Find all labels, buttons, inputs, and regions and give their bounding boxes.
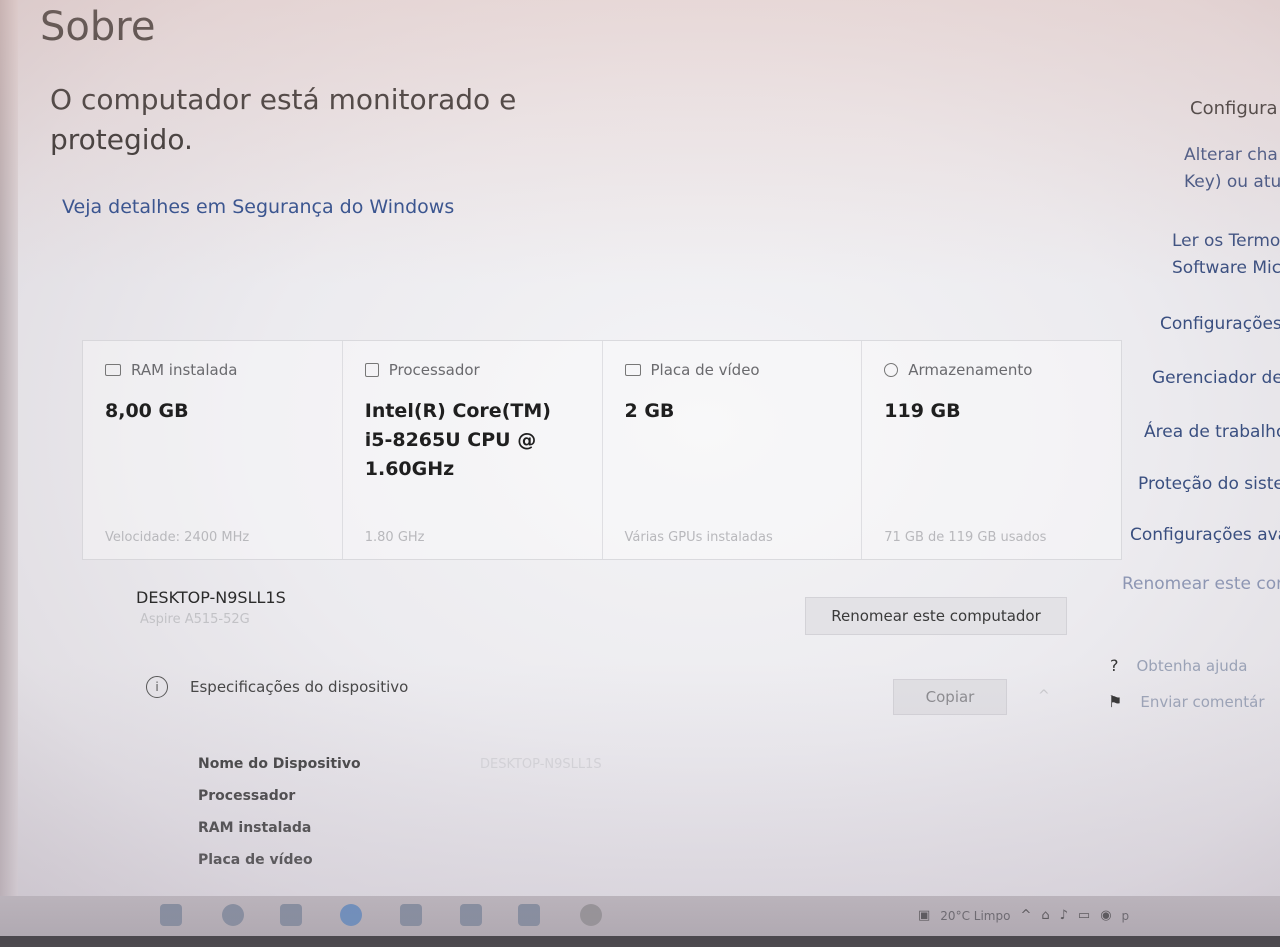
card-label: RAM instalada: [131, 361, 238, 379]
system-tray: ▣ 20°C Limpo ^ ⌂ ♪ ▭ ◉ p: [918, 908, 1129, 923]
link-line: Software Mic: [1172, 258, 1280, 278]
battery-icon[interactable]: ▭: [1078, 908, 1090, 923]
copy-button[interactable]: Copiar: [893, 679, 1007, 715]
spec-value: DESKTOP-N9SLL1S: [480, 756, 602, 772]
card-sub: Velocidade: 2400 MHz: [105, 530, 250, 545]
change-product-key-link[interactable]: Alterar cha Key) ou atu: [1184, 142, 1280, 196]
spec-label: Nome do Dispositivo: [198, 756, 361, 772]
rail-link-gerenciador[interactable]: Gerenciador de: [1152, 368, 1280, 388]
protection-status: O computador está monitorado e protegido…: [50, 83, 517, 156]
rail-link-configuracoes[interactable]: Configurações: [1160, 314, 1280, 334]
get-help-link[interactable]: ? Obtenha ajuda: [1110, 656, 1248, 675]
link-line: Ler os Termo: [1172, 231, 1280, 251]
feedback-label: Enviar comentár: [1140, 692, 1265, 711]
device-name: DESKTOP-N9SLL1S: [136, 588, 286, 607]
link-line: Key) ou atu: [1184, 172, 1280, 192]
help-icon: ?: [1110, 656, 1119, 675]
chevron-up-icon[interactable]: ^: [1020, 908, 1031, 923]
license-terms-link[interactable]: Ler os Termo Software Mic: [1172, 228, 1280, 282]
card-sub: 71 GB de 119 GB usados: [884, 530, 1047, 545]
app-icon[interactable]: [280, 904, 302, 926]
spec-cards: RAM instalada 8,00 GB Velocidade: 2400 M…: [82, 340, 1122, 560]
device-model: Aspire A515-52G: [140, 612, 250, 627]
tray-extra: p: [1121, 908, 1130, 923]
card-ram: RAM instalada 8,00 GB Velocidade: 2400 M…: [83, 341, 343, 559]
card-label: Armazenamento: [908, 361, 1033, 379]
volume-icon[interactable]: ♪: [1060, 908, 1068, 923]
mail-icon[interactable]: [460, 904, 482, 926]
card-label: Processador: [388, 361, 480, 379]
task-view-icon[interactable]: [160, 904, 182, 926]
info-icon: i: [146, 676, 168, 698]
spec-row: Nome do Dispositivo DESKTOP-N9SLL1S: [198, 748, 1018, 780]
rename-computer-button[interactable]: Renomear este computador: [805, 597, 1067, 635]
help-label: Obtenha ajuda: [1136, 656, 1248, 675]
page-title: Sobre: [40, 4, 156, 50]
card-gpu: Placa de vídeo 2 GB Várias GPUs instalad…: [603, 341, 863, 559]
app-icon[interactable]: [222, 904, 244, 926]
app-icon[interactable]: [400, 904, 422, 926]
edge-icon[interactable]: [340, 904, 362, 926]
card-value: 8,00 GB: [105, 400, 189, 422]
spec-row: Processador: [198, 780, 1018, 812]
chevron-up-icon[interactable]: ^: [1038, 688, 1050, 704]
device-specs-table: Nome do Dispositivo DESKTOP-N9SLL1S Proc…: [198, 748, 1018, 876]
spec-label: Processador: [198, 788, 296, 804]
feedback-icon: ⚑: [1110, 692, 1123, 711]
language-icon[interactable]: ◉: [1100, 908, 1111, 923]
spec-label: Placa de vídeo: [198, 852, 313, 868]
ram-icon: [105, 364, 121, 376]
card-storage: Armazenamento 119 GB 71 GB de 119 GB usa…: [862, 341, 1121, 559]
processor-icon: [364, 363, 379, 377]
card-value: Intel(R) Core(TM) i5-8265U CPU @ 1.60GHz: [364, 400, 551, 480]
gpu-icon: [624, 364, 641, 376]
weather-icon: ▣: [918, 908, 931, 923]
feedback-link[interactable]: ⚑ Enviar comentár: [1110, 692, 1265, 711]
rail-link-config-avancadas[interactable]: Configurações ava: [1130, 525, 1280, 545]
spec-label: RAM instalada: [198, 820, 312, 836]
related-settings-heading: Configura: [1190, 98, 1278, 119]
related-settings-rail: Configura Alterar cha Key) ou atu Ler os…: [1110, 0, 1280, 947]
screen-bezel: [0, 0, 18, 947]
rail-link-area-trabalho[interactable]: Área de trabalho: [1144, 422, 1280, 442]
card-sub: 1.80 GHz: [364, 530, 425, 545]
spec-row: Placa de vídeo: [198, 844, 1018, 876]
card-sub: Várias GPUs instaladas: [624, 530, 773, 545]
rail-link-renomear[interactable]: Renomear este com: [1122, 574, 1280, 594]
device-specs-header[interactable]: i Especificações do dispositivo: [146, 676, 408, 698]
screen-bottom-edge: [0, 936, 1280, 947]
rail-link-protecao[interactable]: Proteção do siste: [1138, 474, 1280, 494]
weather-text[interactable]: 20°C Limpo: [940, 909, 1010, 923]
card-processor: Processador Intel(R) Core(TM) i5-8265U C…: [343, 341, 603, 559]
spec-row: RAM instalada: [198, 812, 1018, 844]
link-line: Alterar cha: [1184, 145, 1278, 165]
security-details-link[interactable]: Veja detalhes em Segurança do Windows: [62, 196, 454, 218]
card-value: 2 GB: [624, 400, 675, 422]
network-icon[interactable]: ⌂: [1041, 908, 1049, 923]
app-icon[interactable]: [518, 904, 540, 926]
card-value: 119 GB: [884, 400, 961, 422]
device-specs-title: Especificações do dispositivo: [190, 678, 409, 696]
taskbar: ▣ 20°C Limpo ^ ⌂ ♪ ▭ ◉ p: [0, 896, 1280, 936]
card-label: Placa de vídeo: [650, 361, 760, 379]
storage-icon: [884, 363, 899, 377]
settings-icon[interactable]: [580, 904, 602, 926]
